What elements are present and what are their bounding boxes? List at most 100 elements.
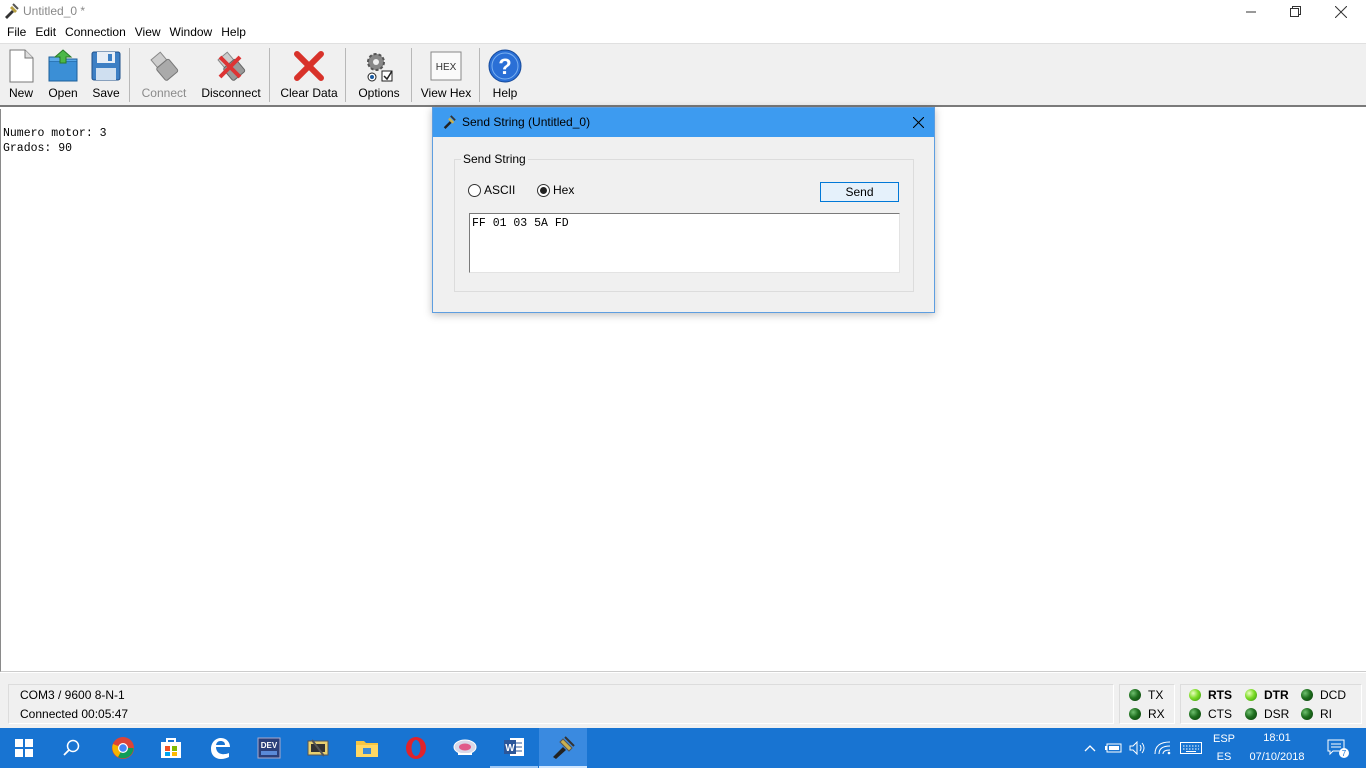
restore-button[interactable]	[1272, 0, 1318, 23]
word-taskbar-button[interactable]: W	[490, 728, 538, 768]
toolbar-separator	[129, 48, 130, 102]
store-taskbar-button[interactable]	[147, 728, 195, 768]
language-bottom[interactable]: ES	[1212, 751, 1236, 763]
title-bar: Untitled_0 *	[0, 0, 1366, 23]
battery-icon	[1105, 743, 1122, 753]
language-top[interactable]: ESP	[1212, 733, 1236, 745]
led-dcd-bulb	[1301, 689, 1313, 701]
new-button[interactable]: New	[5, 48, 37, 102]
toolbar: New Open Save Connect Disconnect Clear D…	[0, 43, 1366, 107]
app-serial-icon	[3, 3, 19, 19]
dialog-title-bar[interactable]: Send String (Untitled_0)	[433, 108, 934, 137]
menu-connection[interactable]: Connection	[61, 23, 131, 43]
keyboard-icon	[1180, 742, 1202, 754]
opera-taskbar-button[interactable]	[392, 728, 440, 768]
hex-icon: HEX	[429, 48, 463, 84]
menu-edit[interactable]: Edit	[31, 23, 61, 43]
clear-x-icon	[292, 48, 326, 84]
toolbar-separator	[269, 48, 270, 102]
close-button[interactable]	[1318, 0, 1364, 23]
connect-button[interactable]: Connect	[139, 48, 189, 102]
chrome-taskbar-button[interactable]	[99, 728, 147, 768]
send-string-input[interactable]	[469, 213, 900, 273]
windows-logo-icon	[15, 739, 33, 757]
terminal-line: Numero motor: 3	[3, 127, 107, 140]
menu-window[interactable]: Window	[166, 23, 218, 43]
view-hex-label: View Hex	[420, 86, 472, 100]
radio-hex-circle	[537, 183, 550, 197]
app-taskbar-button[interactable]	[441, 728, 489, 768]
open-label: Open	[48, 86, 78, 100]
clock-time[interactable]: 18:01	[1244, 732, 1310, 744]
dialog-close-button[interactable]	[907, 112, 929, 132]
radio-hex-label: Hex	[553, 183, 575, 197]
options-label: Options	[358, 86, 400, 100]
usb-plug-icon	[147, 48, 181, 84]
menu-bar: File Edit Connection View Window Help	[0, 23, 1366, 43]
radio-hex[interactable]: Hex	[537, 183, 574, 197]
serial-connector-icon	[553, 736, 575, 759]
file-explorer-taskbar-button[interactable]	[343, 728, 391, 768]
start-button[interactable]	[0, 728, 48, 768]
send-string-dialog: Send String (Untitled_0) Send String ASC…	[432, 107, 935, 313]
open-button[interactable]: Open	[44, 48, 82, 102]
led-rts-bulb	[1189, 689, 1201, 701]
status-bar: COM3 / 9600 8-N-1 Connected 00:05:47 TX …	[0, 673, 1366, 728]
clock-date[interactable]: 07/10/2018	[1244, 751, 1310, 763]
edge-taskbar-button[interactable]	[196, 728, 244, 768]
action-center-button[interactable]: 7	[1318, 728, 1358, 768]
view-hex-button[interactable]: HEX View Hex	[420, 48, 472, 102]
battery-button[interactable]	[1102, 728, 1126, 768]
led-rts[interactable]: RTS	[1189, 688, 1232, 702]
wifi-button[interactable]	[1151, 728, 1175, 768]
close-icon	[912, 116, 924, 128]
new-label: New	[8, 86, 33, 100]
menu-file[interactable]: File	[3, 23, 31, 43]
search-button[interactable]	[48, 728, 96, 768]
led-ri-bulb	[1301, 708, 1313, 720]
menu-view[interactable]: View	[131, 23, 166, 43]
toolbar-separator	[411, 48, 412, 102]
led-tx: TX	[1129, 688, 1163, 702]
volume-button[interactable]	[1126, 728, 1150, 768]
clear-data-button[interactable]: Clear Data	[280, 48, 338, 102]
devcpp-taskbar-button[interactable]: DEV	[245, 728, 293, 768]
minimize-button[interactable]	[1228, 0, 1274, 23]
app-taskbar-button[interactable]	[294, 728, 342, 768]
led-cts: CTS	[1189, 707, 1232, 721]
group-label: Send String	[461, 152, 528, 166]
menu-help[interactable]: Help	[217, 23, 251, 43]
options-button[interactable]: Options	[355, 48, 403, 102]
port-settings: COM3 / 9600 8-N-1	[20, 688, 125, 702]
dialog-title: Send String (Untitled_0)	[462, 115, 591, 129]
wifi-icon	[1154, 741, 1171, 755]
svg-text:DEV: DEV	[261, 741, 278, 750]
word-icon: W	[504, 738, 524, 756]
save-button[interactable]: Save	[89, 48, 123, 102]
clear-data-label: Clear Data	[280, 86, 338, 100]
disconnect-label: Disconnect	[201, 86, 261, 100]
taskbar: DEV W ESP ES 18:01 07/10/2018 7	[0, 728, 1366, 768]
connection-time: Connected 00:05:47	[20, 707, 129, 721]
led-dsr-bulb	[1245, 708, 1257, 720]
disconnect-plug-icon	[214, 48, 248, 84]
options-gear-icon	[362, 48, 396, 84]
led-tx-bulb	[1129, 689, 1141, 701]
radio-ascii-circle	[468, 183, 481, 197]
led-cts-bulb	[1189, 708, 1201, 720]
radio-ascii-label: ASCII	[484, 183, 516, 197]
led-dtr[interactable]: DTR	[1245, 688, 1289, 702]
touch-keyboard-button[interactable]	[1177, 728, 1205, 768]
tray-overflow-button[interactable]	[1078, 728, 1102, 768]
disconnect-button[interactable]: Disconnect	[199, 48, 263, 102]
search-icon	[63, 739, 80, 756]
satellite-dish-icon	[453, 739, 477, 755]
led-rx: RX	[1129, 707, 1165, 721]
svg-text:?: ?	[498, 54, 511, 79]
radio-ascii[interactable]: ASCII	[468, 183, 515, 197]
send-button[interactable]: Send	[820, 182, 899, 202]
led-rx-bulb	[1129, 708, 1141, 720]
led-dtr-bulb	[1245, 689, 1257, 701]
help-button[interactable]: ? Help	[487, 48, 523, 102]
serial-terminal-taskbar-button[interactable]	[539, 728, 587, 768]
